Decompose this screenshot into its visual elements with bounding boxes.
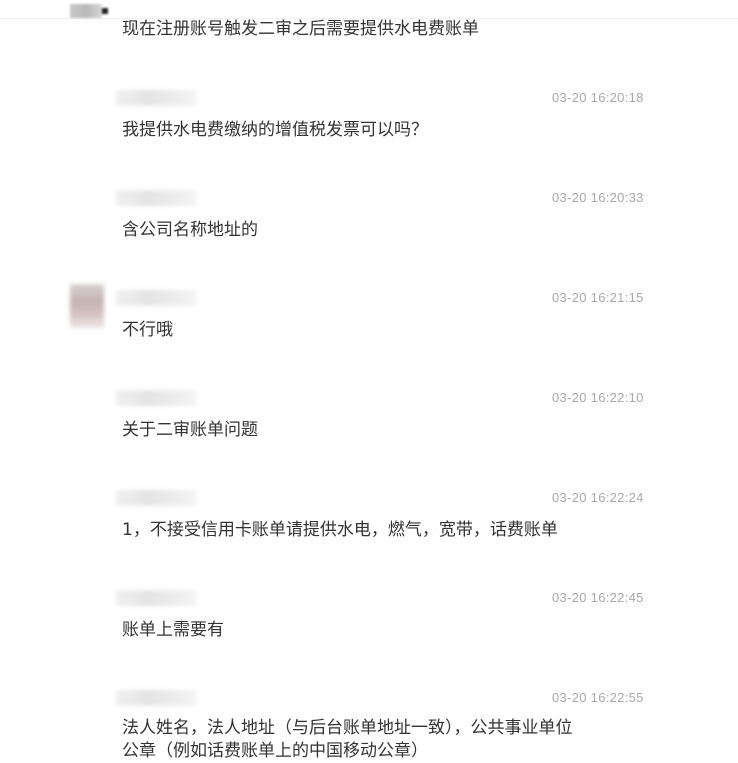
message-text: 现在注册账号触发二审之后需要提供水电费账单 (122, 19, 479, 39)
message-timestamp: 03-20 16:22:24 (552, 490, 644, 505)
message-timestamp: 03-20 16:20:18 (552, 90, 644, 105)
message-text: 含公司名称地址的 (122, 220, 258, 240)
message-text: 我提供水电费缴纳的增值税发票可以吗？ (122, 120, 428, 140)
top-divider (0, 0, 738, 19)
avatar[interactable] (70, 4, 108, 18)
sender-name (116, 290, 196, 306)
message-timestamp: 03-20 16:21:15 (552, 290, 644, 305)
sender-name (116, 190, 196, 206)
message-timestamp: 03-20 16:22:45 (552, 590, 644, 605)
message-text: 法人姓名，法人地址（与后台账单地址一致），公共事业单位 公章（例如话费账单上的中… (122, 718, 573, 761)
avatar[interactable] (70, 284, 104, 328)
sender-name (116, 590, 196, 606)
message-timestamp: 03-20 16:22:10 (552, 390, 644, 405)
message-text: 关于二审账单问题 (122, 420, 258, 440)
message-timestamp: 03-20 16:22:55 (552, 690, 644, 705)
sender-name (116, 690, 196, 706)
message-text: 1，不接受信用卡账单请提供水电，燃气，宽带，话费账单 (122, 520, 558, 540)
sender-name (116, 490, 196, 506)
message-timestamp: 03-20 16:20:33 (552, 190, 644, 205)
status-dot-icon (102, 8, 108, 14)
message-text: 不行哦 (122, 320, 173, 340)
sender-name (116, 390, 196, 406)
message-text: 账单上需要有 (122, 620, 224, 640)
sender-name (116, 90, 196, 106)
